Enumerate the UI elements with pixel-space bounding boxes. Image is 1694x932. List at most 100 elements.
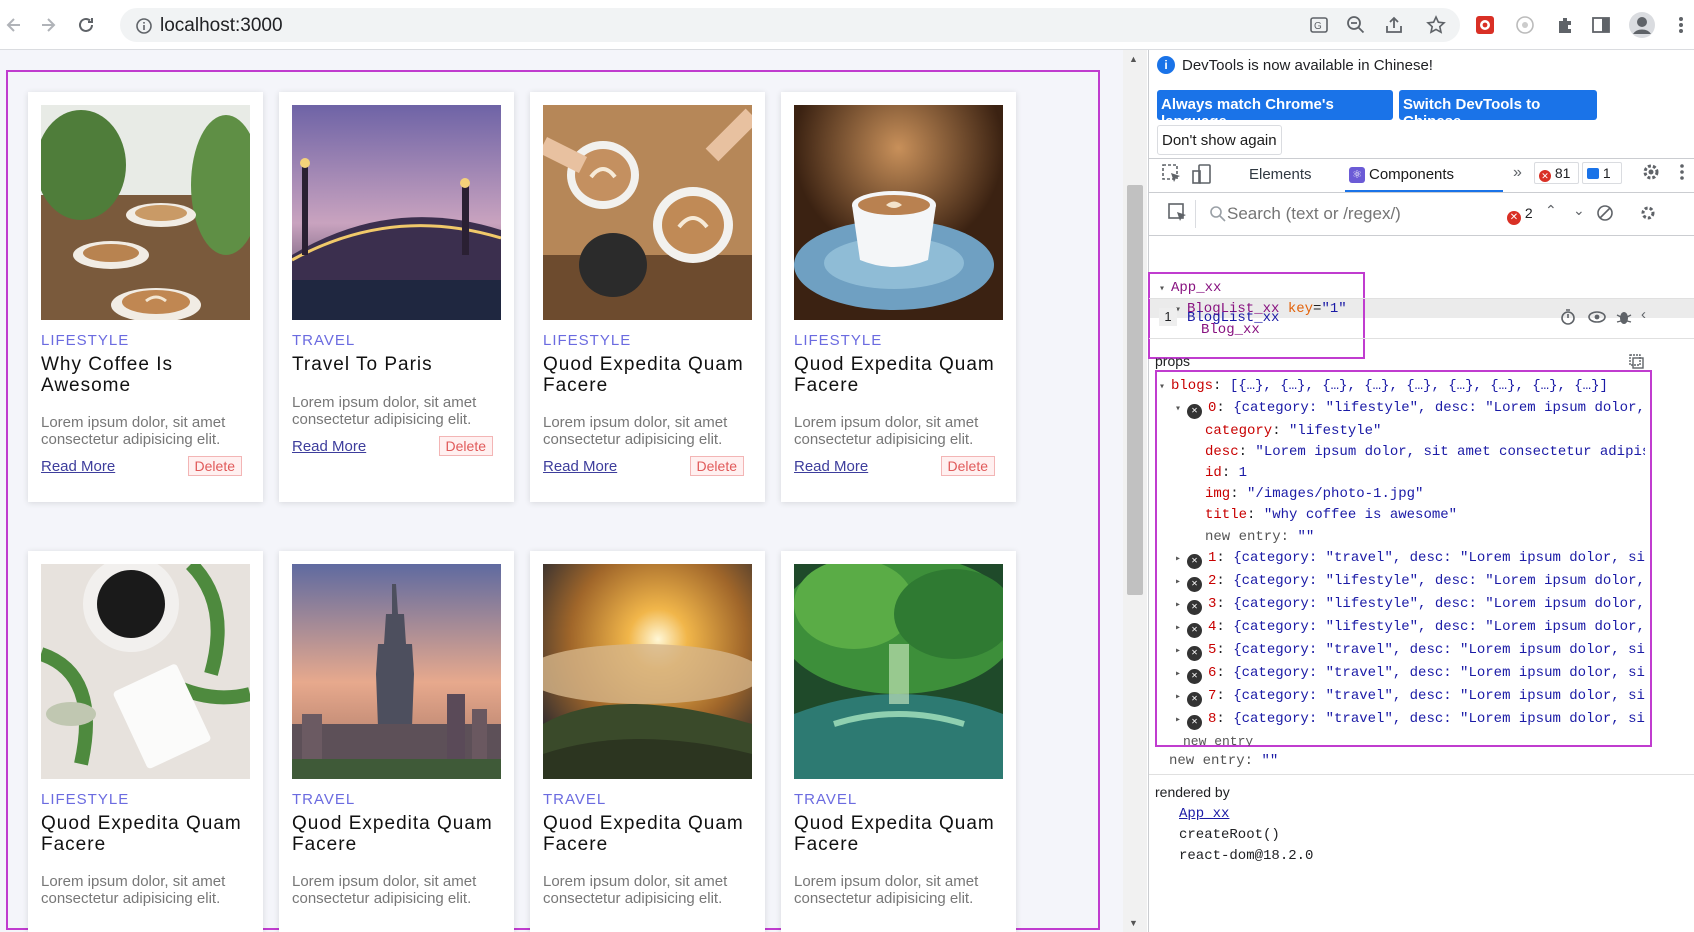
blog-item-row[interactable]: ▸ ✕ 4: {category: "lifestyle", desc: "Lore… [1175, 619, 1645, 638]
remove-item-icon[interactable]: ✕ [1187, 692, 1202, 707]
dont-show-again-button[interactable]: Don't show again [1157, 125, 1282, 155]
expand-chevron-icon[interactable]: ▸ [1175, 622, 1187, 634]
source-code-icon[interactable]: ‹ [1641, 306, 1646, 323]
search-error-count[interactable]: ✕ 2 [1507, 205, 1533, 225]
item0-new-entry[interactable]: new entry: "" [1205, 529, 1314, 545]
expand-chevron-icon[interactable]: ▸ [1175, 645, 1187, 657]
more-tabs-chevron-icon[interactable]: » [1513, 164, 1522, 182]
scroll-up-icon[interactable]: ▲ [1129, 54, 1138, 64]
props-label: props [1155, 353, 1191, 369]
item0-title[interactable]: title: "why coffee is awesome" [1205, 507, 1457, 523]
blog-item-row[interactable]: ▸ ✕ 1: {category: "travel", desc: "Lorem i… [1175, 550, 1645, 569]
blog-item-row[interactable]: ▸ ✕ 5: {category: "travel", desc: "Lorem i… [1175, 642, 1645, 661]
scrollbar-thumb[interactable] [1127, 185, 1143, 595]
tree-node-app[interactable]: ▾ App_xx [1159, 280, 1221, 296]
divider [1149, 158, 1694, 159]
remove-item-icon[interactable]: ✕ [1187, 600, 1202, 615]
blog-item-row[interactable]: ▸ ✕ 3: {category: "lifestyle", desc: "Lore… [1175, 596, 1645, 615]
remove-item-icon[interactable]: ✕ [1187, 404, 1202, 419]
back-arrow-icon[interactable] [0, 11, 28, 39]
item-index: 3 [1208, 596, 1217, 612]
message-count: 1 [1602, 165, 1611, 181]
profile-avatar-icon[interactable] [1628, 11, 1656, 39]
share-icon[interactable] [1383, 14, 1405, 36]
component-search-input[interactable] [1227, 200, 1487, 228]
delete-button[interactable]: Delete [438, 436, 493, 456]
select-component-icon[interactable] [1167, 202, 1189, 228]
blog-item-row[interactable]: ▸ ✕ 2: {category: "lifestyle", desc: "Lore… [1175, 573, 1645, 592]
expand-chevron-icon[interactable]: ▸ [1175, 691, 1187, 703]
side-panel-icon[interactable] [1590, 14, 1612, 36]
tab-components[interactable]: ⚛ Components [1345, 160, 1503, 192]
next-result-icon[interactable]: ⌄ [1573, 202, 1585, 219]
remove-item-icon[interactable]: ✕ [1187, 669, 1202, 684]
reload-icon[interactable] [72, 11, 100, 39]
item0-category[interactable]: category: "lifestyle" [1205, 423, 1381, 439]
delete-button[interactable]: Delete [689, 456, 744, 476]
translate-icon[interactable]: G [1308, 14, 1330, 36]
zoom-icon[interactable] [1345, 14, 1367, 36]
expand-chevron-icon[interactable]: ▸ [1175, 599, 1187, 611]
clear-search-icon[interactable] [1596, 204, 1614, 226]
inspect-element-icon[interactable] [1161, 163, 1183, 189]
item-index: 0 [1208, 400, 1217, 416]
prop-blogs[interactable]: ▾ blogs: [{…}, {…}, {…}, {…}, {…}, {…}, {… [1159, 378, 1608, 394]
blog-item-row[interactable]: ▸ ✕ 8: {category: "travel", desc: "Lorem i… [1175, 711, 1645, 730]
divider [1195, 200, 1196, 228]
expand-chevron-icon[interactable]: ▸ [1175, 668, 1187, 680]
forward-arrow-icon[interactable] [34, 11, 62, 39]
extensions-puzzle-icon[interactable] [1554, 14, 1576, 36]
blog-category: LIFESTYLE [794, 332, 883, 349]
rendered-by-app[interactable]: App_xx [1179, 806, 1229, 822]
bookmark-star-icon[interactable] [1425, 14, 1447, 36]
props-new-entry[interactable]: new entry: "" [1169, 753, 1278, 769]
address-bar[interactable] [120, 8, 1460, 42]
new-entry-label: new entry [1183, 734, 1254, 746]
expand-chevron-icon[interactable]: ▸ [1175, 714, 1187, 726]
read-more-link[interactable]: Read More [41, 458, 115, 475]
switch-to-chinese-button[interactable]: Switch DevTools to Chinese [1399, 90, 1597, 130]
blog-item-row[interactable]: ▸ ✕ 7: {category: "travel", desc: "Lorem i… [1175, 688, 1645, 707]
divider [1149, 298, 1694, 299]
bug-icon[interactable] [1615, 308, 1633, 330]
read-more-link[interactable]: Read More [543, 458, 617, 475]
tab-elements[interactable]: Elements [1249, 166, 1312, 183]
scroll-down-icon[interactable]: ▼ [1129, 918, 1138, 928]
remove-item-icon[interactable]: ✕ [1187, 554, 1202, 569]
blog-item-row[interactable]: ▸ ✕ 6: {category: "travel", desc: "Lorem i… [1175, 665, 1645, 684]
blogs-new-entry[interactable]: new entry [1183, 734, 1253, 746]
blog-card: TRAVEL Quod Expedita Quam Facere Lorem ips… [781, 551, 1016, 932]
device-toolbar-icon[interactable] [1191, 163, 1213, 189]
item0-id[interactable]: id: 1 [1205, 465, 1247, 481]
eye-icon[interactable] [1587, 308, 1607, 330]
settings-gear-icon[interactable] [1641, 162, 1661, 186]
remove-item-icon[interactable]: ✕ [1187, 623, 1202, 638]
error-counter[interactable]: ✕ 81 [1534, 162, 1579, 184]
expand-chevron-icon[interactable]: ▸ [1175, 576, 1187, 588]
blog-item-0[interactable]: ▾ ✕ 0: {category: "lifestyle", desc: "Lore… [1175, 400, 1645, 419]
stopwatch-icon[interactable] [1559, 308, 1577, 330]
read-more-link[interactable]: Read More [292, 438, 366, 455]
remove-item-icon[interactable]: ✕ [1187, 646, 1202, 661]
always-match-language-button[interactable]: Always match Chrome's language [1157, 90, 1393, 130]
more-menu-icon[interactable] [1670, 14, 1692, 36]
delete-button[interactable]: Delete [940, 456, 995, 476]
expand-chevron-icon[interactable]: ▸ [1175, 553, 1187, 565]
rendered-by-createroot: createRoot() [1179, 827, 1280, 843]
extension-clock-icon[interactable] [1514, 14, 1536, 36]
delete-button[interactable]: Delete [187, 456, 242, 476]
site-info-icon[interactable] [133, 15, 155, 37]
item0-desc[interactable]: desc: "Lorem ipsum dolor, sit amet conse… [1205, 444, 1645, 460]
remove-item-icon[interactable]: ✕ [1187, 577, 1202, 592]
read-more-link[interactable]: Read More [794, 458, 868, 475]
item-summary: {category: "lifestyle", desc: "Lorem ips… [1233, 573, 1645, 589]
page-scrollbar[interactable]: ▲ ▼ [1123, 50, 1147, 932]
extension-red-icon[interactable] [1474, 14, 1496, 36]
blog-image [543, 105, 752, 320]
previous-result-icon[interactable]: ⌃ [1545, 202, 1557, 219]
message-counter[interactable]: 1 [1582, 162, 1622, 184]
devtools-menu-icon[interactable] [1677, 162, 1687, 186]
remove-item-icon[interactable]: ✕ [1187, 715, 1202, 730]
component-settings-icon[interactable] [1639, 204, 1657, 226]
item0-img[interactable]: img: "/images/photo-1.jpg" [1205, 486, 1423, 502]
